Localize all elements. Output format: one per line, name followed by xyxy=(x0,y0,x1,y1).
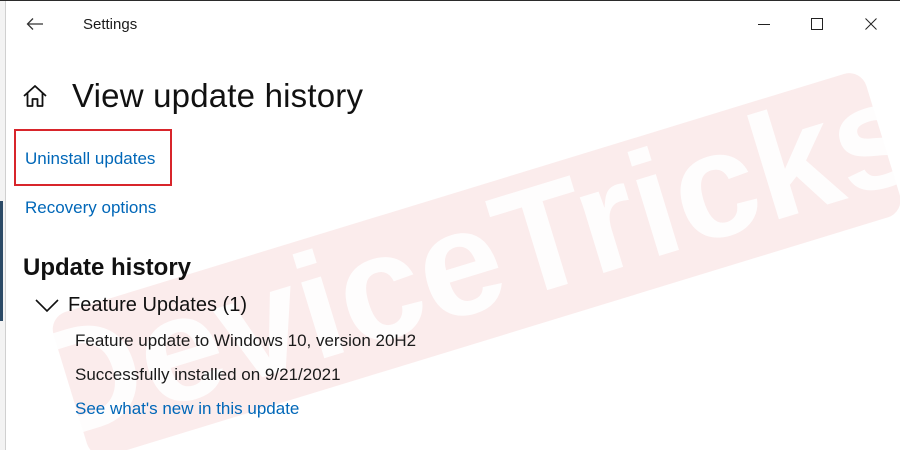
page-title: View update history xyxy=(72,77,364,114)
screen: DeviceTricks Settings View update histor… xyxy=(0,0,900,450)
background-window-strip xyxy=(0,201,3,321)
title-bar: Settings xyxy=(6,2,900,46)
feature-updates-group[interactable]: Feature Updates (1) xyxy=(34,291,247,319)
close-button[interactable] xyxy=(848,6,894,42)
close-icon xyxy=(865,18,877,30)
feature-updates-label: Feature Updates (1) xyxy=(68,293,247,316)
recovery-options-link[interactable]: Recovery options xyxy=(25,198,156,218)
minimize-icon xyxy=(758,24,770,25)
minimize-button[interactable] xyxy=(741,6,787,42)
update-status: Successfully installed on 9/21/2021 xyxy=(75,365,341,384)
uninstall-updates-link[interactable]: Uninstall updates xyxy=(25,149,155,169)
back-arrow-icon xyxy=(26,18,43,30)
back-button[interactable] xyxy=(20,10,50,38)
maximize-icon xyxy=(811,18,823,30)
settings-window: DeviceTricks Settings View update histor… xyxy=(6,2,900,450)
update-history-heading: Update history xyxy=(23,254,192,281)
app-title: Settings xyxy=(83,16,138,33)
chevron-down-icon xyxy=(35,299,59,313)
maximize-button[interactable] xyxy=(794,6,840,42)
update-name: Feature update to Windows 10, version 20… xyxy=(75,331,417,350)
page-header: View update history xyxy=(22,74,363,118)
home-icon[interactable] xyxy=(22,82,50,110)
whats-new-link[interactable]: See what's new in this update xyxy=(75,399,299,419)
